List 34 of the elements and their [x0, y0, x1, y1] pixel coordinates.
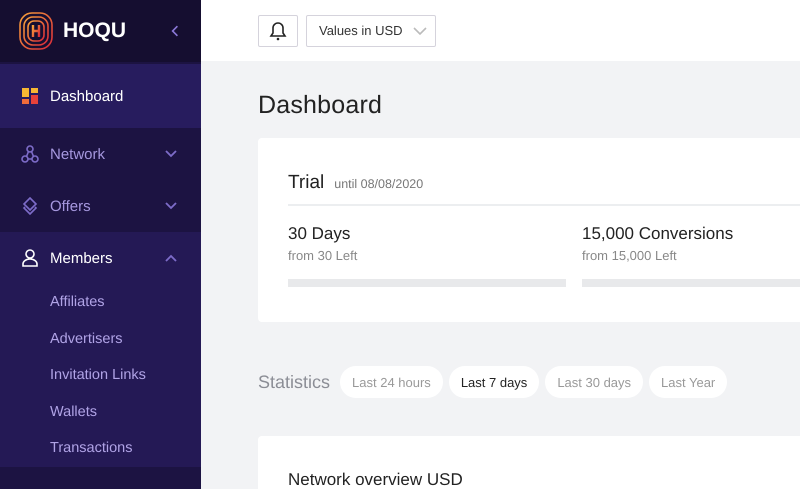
submenu-item[interactable]: Transactions — [0, 430, 201, 466]
submenu-item[interactable]: Affiliates — [0, 284, 201, 320]
submenu-item[interactable]: Wallets — [0, 394, 201, 430]
sidebar-item[interactable]: Network — [0, 128, 201, 180]
meter-caption: from 30 Left — [288, 248, 358, 263]
diamond-stack-icon — [21, 197, 39, 215]
meter-value: 15,000 Conversions — [582, 224, 734, 244]
meter-caption: from 15,000 Left — [582, 248, 678, 263]
overview-title: Network overview USD — [288, 470, 464, 489]
bell-icon — [269, 20, 287, 40]
sidebar-item[interactable]: Members — [0, 232, 201, 284]
network-icon — [21, 145, 39, 163]
currency-select[interactable]: Values in USD — [306, 14, 436, 46]
logo-icon — [19, 12, 53, 50]
sidebar-item[interactable]: Offers — [0, 180, 201, 232]
trial-title: Trial — [288, 172, 324, 194]
chevron-down-icon — [412, 26, 427, 34]
period-tab[interactable]: Last 7 days — [448, 366, 540, 398]
submenu-item[interactable]: Invitation Links — [0, 357, 201, 394]
chevron-down-icon — [165, 150, 177, 158]
meter-value: 30 Days — [288, 224, 352, 244]
sidebar-item[interactable]: Dashboard — [0, 64, 201, 128]
submenu-item[interactable]: Advertisers — [0, 320, 201, 357]
person-icon — [21, 249, 39, 267]
chevron-down-icon — [165, 202, 177, 210]
brand-name: HOQU — [63, 19, 126, 43]
chevron-left-icon — [171, 25, 179, 37]
trial-until: until 08/08/2020 — [334, 177, 424, 191]
dashboard-icon — [21, 87, 39, 105]
statistics-label: Statistics — [258, 372, 330, 392]
page-title: Dashboard — [258, 91, 384, 120]
chevron-up-icon — [165, 254, 177, 262]
collapse-button[interactable] — [169, 23, 181, 39]
notifications-button[interactable] — [258, 14, 298, 46]
